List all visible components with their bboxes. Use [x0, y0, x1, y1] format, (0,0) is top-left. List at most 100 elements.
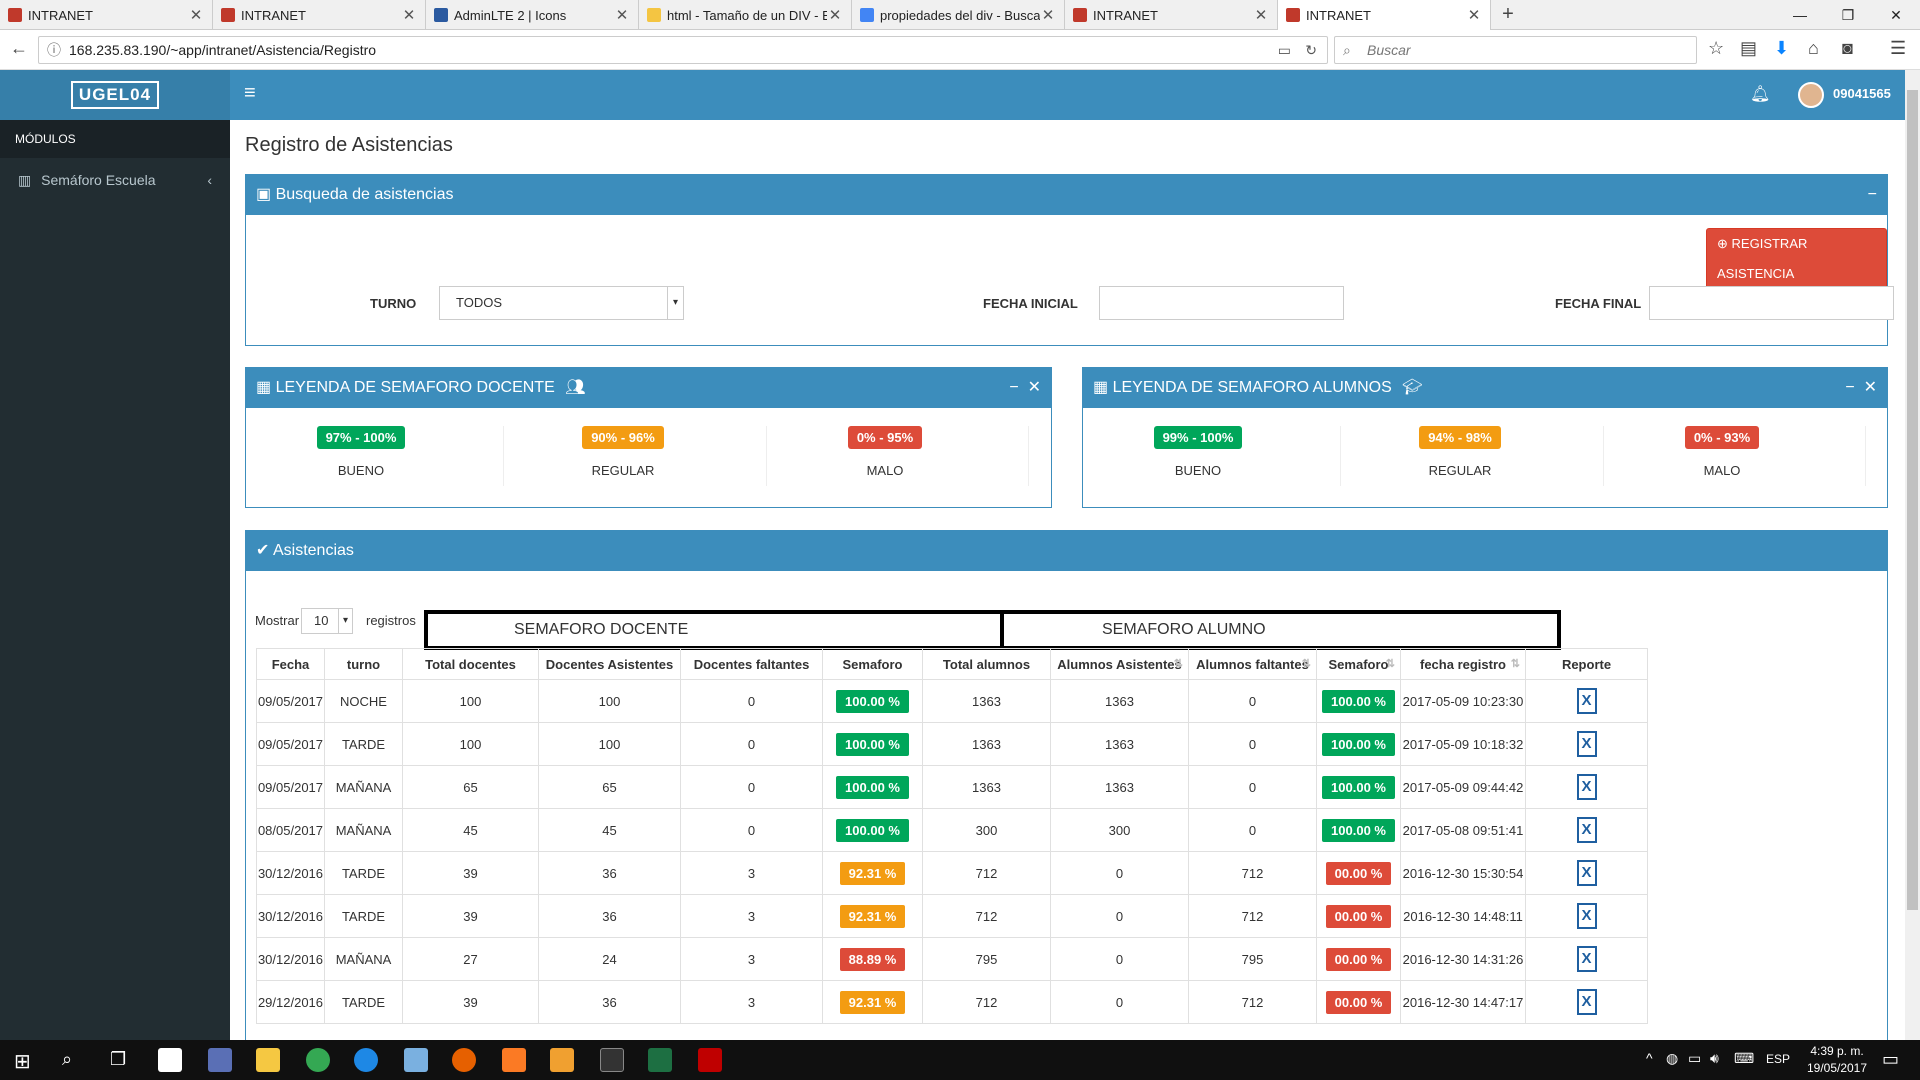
- new-tab-button[interactable]: +: [1491, 0, 1525, 29]
- reader-icon[interactable]: ▭: [1278, 37, 1291, 63]
- url-bar[interactable]: ⓘ 168.235.83.190/~app/intranet/Asistenci…: [38, 36, 1328, 64]
- bell-icon[interactable]: 🔔︎: [1750, 84, 1770, 104]
- close-tab-icon[interactable]: ✕: [188, 6, 204, 24]
- column-header[interactable]: Semaforo ⇅: [1316, 648, 1401, 680]
- fecha-final-input[interactable]: [1649, 286, 1894, 320]
- table-cell: 300: [1050, 808, 1189, 852]
- cortana-app-icon[interactable]: [354, 1048, 378, 1072]
- home-icon[interactable]: ⌂: [1808, 38, 1819, 59]
- search-box-header: ▣ Busqueda de asistencias −: [246, 175, 1887, 215]
- reload-icon[interactable]: ↻: [1305, 37, 1317, 63]
- legend-docente-malo: 0% - 95% MALO: [755, 426, 1015, 478]
- column-header[interactable]: Semaforo: [822, 648, 923, 680]
- scroll-thumb[interactable]: [1907, 90, 1918, 910]
- column-header[interactable]: Total docentes: [402, 648, 539, 680]
- close-tab-icon[interactable]: ✕: [827, 6, 843, 24]
- virtualbox-icon[interactable]: [404, 1048, 428, 1072]
- excel-report-icon[interactable]: X: [1576, 946, 1597, 972]
- column-header[interactable]: turno: [324, 648, 403, 680]
- excel-report-icon[interactable]: X: [1576, 688, 1597, 714]
- report-cell: X: [1525, 765, 1648, 809]
- back-icon[interactable]: ←: [10, 38, 28, 59]
- volume-icon[interactable]: 🔊︎: [1710, 1050, 1719, 1067]
- browser-tab[interactable]: propiedades del div - Buscar ✕: [852, 0, 1065, 30]
- column-header[interactable]: Total alumnos: [922, 648, 1051, 680]
- windows-start-icon[interactable]: ⊞: [14, 1049, 31, 1074]
- browser-tab[interactable]: html - Tamaño de un DIV - E ✕: [639, 0, 852, 30]
- column-header[interactable]: Docentes Asistentes: [538, 648, 681, 680]
- sort-icon: ⇅: [1301, 658, 1311, 670]
- maximize-button[interactable]: ❐: [1824, 0, 1872, 30]
- download-icon[interactable]: ⬇: [1774, 38, 1789, 59]
- browser-tab[interactable]: INTRANET ✕: [0, 0, 213, 30]
- semaforo-badge: 100.00 %: [1322, 775, 1395, 799]
- close-tab-icon[interactable]: ✕: [1040, 6, 1056, 24]
- task-view-icon[interactable]: ❐: [110, 1049, 126, 1070]
- close-icon[interactable]: ✕: [1028, 379, 1041, 396]
- keyboard-icon[interactable]: ⌨: [1734, 1050, 1754, 1067]
- chrome-icon[interactable]: [306, 1048, 330, 1072]
- browser-tab[interactable]: INTRANET ✕: [213, 0, 426, 30]
- fecha-inicial-input[interactable]: [1099, 286, 1344, 320]
- close-icon[interactable]: ✕: [1864, 379, 1877, 396]
- firefox-icon[interactable]: [452, 1048, 476, 1072]
- excel-report-icon[interactable]: X: [1576, 989, 1597, 1015]
- close-tab-icon[interactable]: ✕: [1253, 6, 1269, 24]
- tray-chevron-icon[interactable]: ^: [1646, 1050, 1653, 1066]
- clock-time[interactable]: 4:39 p. m.: [1808, 1044, 1866, 1058]
- column-header[interactable]: Fecha: [256, 648, 325, 680]
- column-header[interactable]: Alumnos faltantes ⇅: [1188, 648, 1317, 680]
- browser-tab[interactable]: INTRANET ✕: [1065, 0, 1278, 30]
- mail-app-icon[interactable]: [158, 1048, 182, 1072]
- browser-search-input[interactable]: ⌕ Buscar: [1334, 36, 1697, 64]
- user-name[interactable]: 09041565: [1833, 86, 1891, 101]
- network-icon[interactable]: ◍: [1666, 1050, 1678, 1067]
- table-cell: 36: [538, 851, 681, 895]
- power-icon[interactable]: ▭: [1688, 1050, 1701, 1067]
- media-player-icon[interactable]: [550, 1048, 574, 1072]
- turno-select[interactable]: TODOS ▾: [439, 286, 684, 320]
- hamburger-icon[interactable]: ≡: [244, 82, 256, 105]
- browser-tab[interactable]: INTRANET ✕: [1278, 0, 1491, 30]
- app-header: ≡ 🔔︎ 09041565: [230, 70, 1905, 120]
- pocket-icon[interactable]: ◙: [1842, 38, 1853, 59]
- excel-report-icon[interactable]: X: [1576, 731, 1597, 757]
- logo[interactable]: UGEL04: [0, 70, 230, 120]
- excel-report-icon[interactable]: X: [1576, 817, 1597, 843]
- search-icon[interactable]: ⌕: [62, 1049, 72, 1070]
- page-scrollbar[interactable]: [1905, 70, 1920, 1040]
- close-tab-icon[interactable]: ✕: [401, 6, 417, 24]
- avatar[interactable]: [1798, 82, 1824, 108]
- collapse-icon[interactable]: −: [1009, 379, 1018, 396]
- close-window-button[interactable]: ✕: [1872, 0, 1920, 30]
- notification-icon[interactable]: ▭: [1882, 1049, 1899, 1070]
- close-tab-icon[interactable]: ✕: [1466, 6, 1482, 24]
- collapse-icon[interactable]: −: [1868, 175, 1877, 215]
- excel-icon[interactable]: [648, 1048, 672, 1072]
- collapse-icon[interactable]: −: [1845, 379, 1854, 396]
- menu-icon[interactable]: ☰: [1890, 38, 1906, 59]
- column-header[interactable]: Alumnos Asistentes ⇅: [1050, 648, 1189, 680]
- page-size-select[interactable]: 10 ▾: [301, 608, 353, 634]
- search-icon: ⌕: [1343, 42, 1351, 58]
- browser-tab[interactable]: AdminLTE 2 | Icons ✕: [426, 0, 639, 30]
- minimize-button[interactable]: —: [1776, 0, 1824, 30]
- sidebar-item-semaforo[interactable]: ▥ Semáforo Escuela ‹: [0, 158, 230, 202]
- excel-report-icon[interactable]: X: [1576, 903, 1597, 929]
- filezilla-icon[interactable]: [698, 1048, 722, 1072]
- file-explorer-icon[interactable]: [256, 1048, 280, 1072]
- excel-report-icon[interactable]: X: [1576, 860, 1597, 886]
- excel-report-icon[interactable]: X: [1576, 774, 1597, 800]
- column-header[interactable]: fecha registro ⇅: [1400, 648, 1526, 680]
- register-attendance-button[interactable]: ⊕ REGISTRAR ASISTENCIA: [1706, 228, 1887, 290]
- terminal-icon[interactable]: [600, 1048, 624, 1072]
- language-indicator[interactable]: ESP: [1766, 1052, 1790, 1066]
- app-icon[interactable]: [208, 1048, 232, 1072]
- xampp-icon[interactable]: [502, 1048, 526, 1072]
- column-header[interactable]: Reporte: [1525, 648, 1648, 680]
- reading-list-icon[interactable]: ▤: [1740, 38, 1757, 59]
- bookmark-star-icon[interactable]: ☆: [1708, 38, 1724, 59]
- clock-date[interactable]: 19/05/2017: [1802, 1061, 1872, 1075]
- column-header[interactable]: Docentes faltantes: [680, 648, 823, 680]
- close-tab-icon[interactable]: ✕: [614, 6, 630, 24]
